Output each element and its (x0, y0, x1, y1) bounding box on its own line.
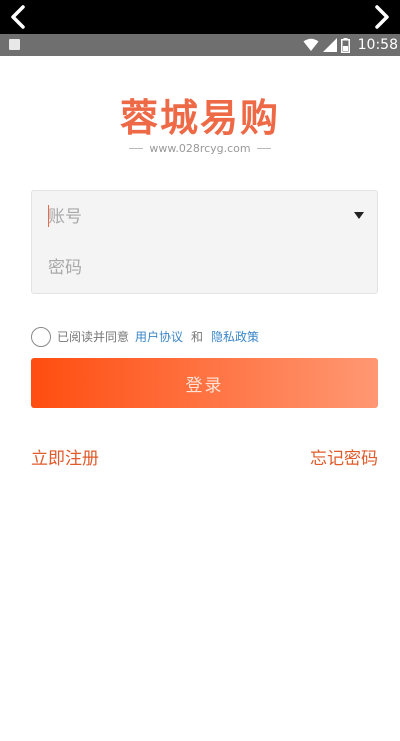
agreement-row: 已阅读并同意 用户协议 和 隐私政策 (31, 326, 259, 347)
battery-icon (341, 37, 350, 53)
password-row (32, 242, 377, 293)
status-bar: 10:58 (0, 34, 400, 56)
app-notification-icon (9, 39, 20, 50)
chevron-left-icon[interactable] (6, 4, 32, 30)
logo-divider-left (129, 148, 144, 149)
register-link[interactable]: 立即注册 (31, 444, 99, 469)
agreement-checkbox[interactable] (31, 326, 51, 347)
agreement-prefix: 已阅读并同意 (57, 330, 130, 344)
chevron-right-icon[interactable] (368, 4, 394, 30)
password-input[interactable] (48, 257, 328, 278)
status-icons (303, 37, 350, 53)
bottom-links: 立即注册 忘记密码 (31, 444, 378, 469)
top-nav-bar (0, 0, 400, 34)
text-cursor (48, 205, 49, 227)
account-input[interactable] (48, 206, 328, 227)
status-time: 10:58 (357, 37, 398, 53)
login-page: 10:58 蓉城易购 www.028rcyg.com 已阅读并同意 用户协议 和… (0, 0, 400, 741)
agreement-and: 和 (191, 330, 204, 344)
user-agreement-link[interactable]: 用户协议 (135, 328, 183, 345)
logo-divider-right (256, 148, 271, 149)
account-row (32, 191, 377, 242)
logo-subtitle-row: www.028rcyg.com (0, 142, 400, 155)
signal-icon (323, 38, 337, 52)
triangle-down-icon[interactable] (354, 212, 364, 219)
brand-logo: 蓉城易购 www.028rcyg.com (0, 96, 400, 155)
forgot-password-link[interactable]: 忘记密码 (310, 444, 378, 469)
privacy-policy-link[interactable]: 隐私政策 (211, 328, 259, 345)
login-button[interactable]: 登录 (31, 358, 378, 408)
login-form-card (31, 190, 378, 294)
wifi-icon (303, 38, 319, 51)
logo-title: 蓉城易购 (119, 96, 280, 140)
logo-subtitle: www.028rcyg.com (149, 142, 251, 155)
